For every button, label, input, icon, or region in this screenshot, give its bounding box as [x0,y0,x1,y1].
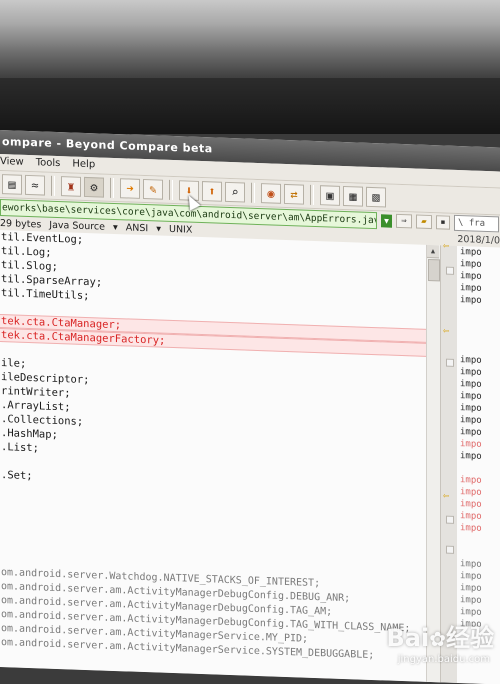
copy-icon[interactable]: ▤ [2,174,22,195]
code-line[interactable]: impo [457,522,500,536]
next-diff-icon[interactable]: ⬆ [202,181,222,202]
merge-icon[interactable]: ▣ [320,185,340,206]
paw-icon: ✿ [429,627,446,651]
folder-up-icon[interactable]: ⇒ [396,213,412,229]
app-window: ompare - Beyond Compare beta View Tools … [0,130,500,684]
toolbar-separator [110,177,114,198]
compare-area: til.EventLog; til.Log; til.Slog; til.Sparse… [0,230,500,684]
folder-open-icon[interactable]: ▰ [416,214,432,230]
scroll-up-icon[interactable]: ▲ [427,244,439,259]
equals-icon[interactable]: ≈ [25,174,45,196]
toolbar-separator [51,175,55,196]
menu-tools[interactable]: Tools [36,155,61,172]
next-arrow-icon[interactable]: ➜ [120,178,140,199]
copy-arrow-icon[interactable]: ⇦ [443,240,449,251]
menu-view[interactable]: View [0,154,24,171]
baidu-watermark: Bai✿经验 [386,624,494,652]
code-line[interactable]: impo [457,450,500,464]
diff-marker [446,515,454,524]
right-path-input[interactable]: \ fra [454,214,499,233]
toolbar-separator [251,182,255,203]
save-file-icon[interactable]: ▪ [436,215,450,230]
menu-help[interactable]: Help [72,157,95,174]
options-icon[interactable]: ▦ [343,185,363,207]
diff-marker [446,358,454,367]
left-scrollbar[interactable]: ▲ [426,244,440,683]
diff-marker [446,266,454,275]
diff-marker [446,545,454,554]
toolbar-separator [310,184,314,205]
code-line[interactable]: impo [457,294,500,308]
chevron-down-icon[interactable]: ▼ [381,213,392,228]
save-icon[interactable]: ▧ [366,186,386,208]
refresh-icon[interactable]: ⇄ [284,183,304,205]
right-lines: impo impo impo impo impo impo impo impo impo impo… [457,246,500,632]
left-editor-pane[interactable]: til.EventLog; til.Log; til.Slog; til.Sparse… [0,230,440,683]
swap-icon[interactable]: ◉ [261,183,281,204]
watermark-url: jingyan.baidu.com [397,654,490,665]
toolbar-separator [169,179,173,201]
scroll-thumb[interactable] [428,258,440,282]
rules-icon[interactable]: ♜ [61,176,81,197]
left-lines: til.EventLog; til.Log; til.Slog; til.Sparse… [0,230,440,665]
session-icon[interactable]: ⚙ [84,176,104,198]
edit-icon[interactable]: ✎ [143,178,163,200]
copy-arrow-icon[interactable]: ⇦ [443,490,449,501]
find-icon[interactable]: ⌕ [225,181,245,203]
monitor-bezel [0,78,500,134]
copy-arrow-icon[interactable]: ⇦ [443,325,449,336]
